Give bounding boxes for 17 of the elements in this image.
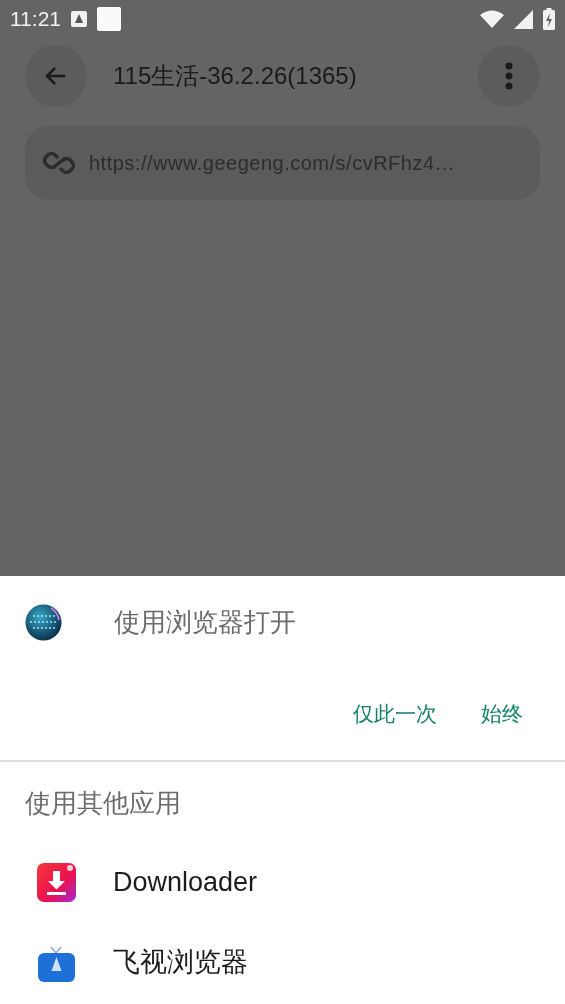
signal-icon: [514, 9, 533, 29]
download-icon: [37, 862, 76, 902]
app-name[interactable]: Downloader: [113, 866, 258, 898]
action-button[interactable]: 始终: [469, 692, 535, 736]
sheet-title: 使用浏览器打开: [114, 605, 296, 639]
battery-icon: [543, 8, 555, 30]
wifi-icon: [480, 10, 504, 28]
section-title: 使用其他应用: [24, 787, 182, 820]
status-time: 11:21: [10, 7, 61, 31]
notification-icon: [97, 7, 121, 31]
globe-icon: [25, 603, 62, 641]
link-icon: [43, 152, 75, 174]
more-icon: [505, 62, 513, 90]
app-title: 115生活-36.2.26(1365): [113, 61, 358, 91]
action-button[interactable]: 仅此一次: [341, 692, 449, 736]
app-name[interactable]: 飞视浏览器: [113, 944, 248, 980]
notification-icon: [71, 11, 87, 27]
